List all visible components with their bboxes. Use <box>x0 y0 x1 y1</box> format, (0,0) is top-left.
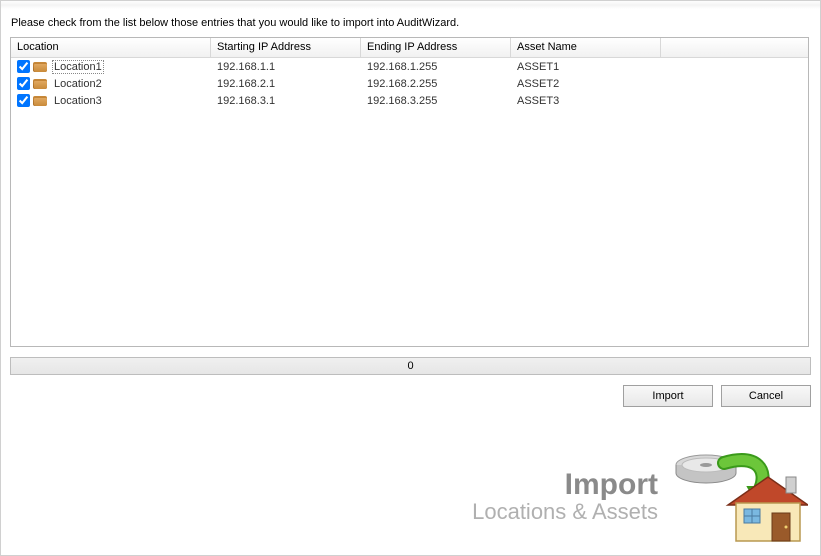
import-listview[interactable]: Location Starting IP Address Ending IP A… <box>10 37 809 347</box>
progress-bar: 0 <box>10 357 811 375</box>
cell-starting-ip: 192.168.2.1 <box>211 78 361 90</box>
column-header-spacer <box>661 38 808 57</box>
row-checkbox[interactable] <box>17 77 30 90</box>
progress-value: 0 <box>407 360 413 372</box>
import-house-icon <box>668 447 808 547</box>
column-header-ending-ip[interactable]: Ending IP Address <box>361 38 511 57</box>
cancel-button[interactable]: Cancel <box>721 385 811 407</box>
location-label: Location1 <box>52 60 104 74</box>
footer-title: Import <box>472 470 658 500</box>
row-checkbox[interactable] <box>17 60 30 73</box>
cell-starting-ip: 192.168.1.1 <box>211 61 361 73</box>
folder-icon <box>33 60 49 74</box>
column-header-starting-ip[interactable]: Starting IP Address <box>211 38 361 57</box>
column-headers: Location Starting IP Address Ending IP A… <box>11 38 808 58</box>
table-row[interactable]: Location2 192.168.2.1192.168.2.255ASSET2 <box>11 75 808 92</box>
cell-location: Location3 <box>11 94 211 108</box>
location-label: Location2 <box>52 77 104 91</box>
footer-art: Import Locations & Assets <box>472 447 808 547</box>
cell-starting-ip: 192.168.3.1 <box>211 95 361 107</box>
instruction-text: Please check from the list below those e… <box>1 1 820 37</box>
footer-subtitle: Locations & Assets <box>472 500 658 524</box>
cell-asset-name: ASSET1 <box>511 61 661 73</box>
column-header-asset-name[interactable]: Asset Name <box>511 38 661 57</box>
folder-icon <box>33 77 49 91</box>
import-dialog: Please check from the list below those e… <box>0 0 821 556</box>
column-header-location[interactable]: Location <box>11 38 211 57</box>
table-row[interactable]: Location3 192.168.3.1192.168.3.255ASSET3 <box>11 92 808 109</box>
location-label: Location3 <box>52 94 104 108</box>
table-row[interactable]: Location1 192.168.1.1192.168.1.255ASSET1 <box>11 58 808 75</box>
folder-icon <box>33 94 49 108</box>
cell-asset-name: ASSET3 <box>511 95 661 107</box>
import-button[interactable]: Import <box>623 385 713 407</box>
cell-asset-name: ASSET2 <box>511 78 661 90</box>
cell-ending-ip: 192.168.2.255 <box>361 78 511 90</box>
cell-location: Location1 <box>11 60 211 74</box>
cell-ending-ip: 192.168.3.255 <box>361 95 511 107</box>
cell-location: Location2 <box>11 77 211 91</box>
button-bar: Import Cancel <box>10 385 811 407</box>
row-checkbox[interactable] <box>17 94 30 107</box>
cell-ending-ip: 192.168.1.255 <box>361 61 511 73</box>
